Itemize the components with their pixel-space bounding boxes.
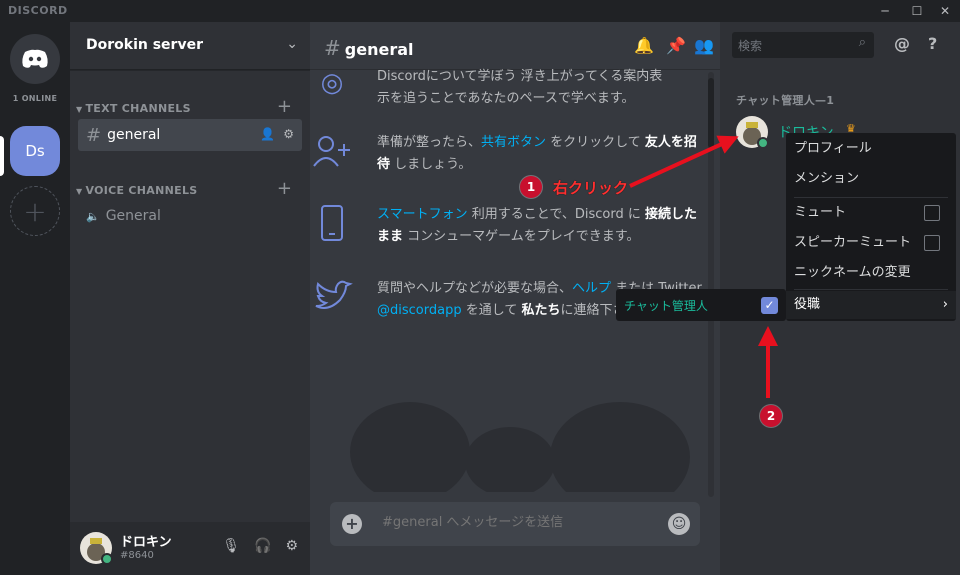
online-status-dot [101, 553, 113, 565]
roles-submenu: チャット管理人 ✓ [616, 289, 786, 321]
annotation-badge-2: 2 [760, 405, 782, 427]
speaker-icon: 🔈 [86, 209, 100, 223]
chevron-down-icon: ⌄ [286, 36, 298, 52]
microphone-icon[interactable]: 🎙 [222, 538, 240, 554]
channel-name: general [107, 127, 161, 143]
caret-down-icon: ▼ [76, 187, 83, 196]
tip-learn: ◎ Discordについて学ぼう 浮き上がってくる案内表 示を追うことであなたの… [310, 66, 710, 116]
server-rail: 1 ONLINE Ds + [0, 22, 70, 575]
gear-icon[interactable]: ⚙ [283, 127, 294, 141]
discord-logo-icon [22, 49, 48, 68]
online-count: 1 ONLINE [12, 94, 58, 103]
search-box[interactable]: 検索 ⌕ [732, 32, 874, 58]
user-discriminator: #8640 [120, 550, 154, 561]
message-input[interactable] [382, 515, 652, 530]
share-button-link[interactable]: 共有ボタン [481, 135, 546, 150]
add-server-button[interactable]: + [10, 186, 60, 236]
menu-item-mute[interactable]: ミュート [794, 199, 948, 227]
search-icon: ⌕ [858, 35, 866, 50]
help-icon[interactable]: ? [928, 34, 937, 53]
hash-icon: # [86, 124, 102, 146]
username: ドロキン [120, 535, 172, 550]
discord-app: DISCORD ─ ☐ ✕ 1 ONLINE Ds + Dorokin serv… [0, 0, 960, 575]
upload-plus-icon[interactable]: + [342, 514, 362, 534]
pin-icon[interactable]: 📌 [666, 36, 686, 55]
role-checkbox[interactable]: ✓ [761, 297, 778, 314]
user-context-menu: プロフィール メンション ミュート スピーカーミュート ニックネームの変更 役職… [786, 133, 956, 321]
bell-icon[interactable]: 🔔 [634, 36, 654, 55]
mute-checkbox[interactable] [924, 205, 940, 221]
channel-title: # general [324, 36, 414, 60]
smartphone-icon [310, 204, 354, 248]
app-brand: DISCORD [8, 4, 68, 17]
create-text-channel-button[interactable]: + [277, 98, 292, 116]
voice-channel-general[interactable]: 🔈 General [78, 200, 302, 232]
chat-header: # general 🔔 📌 👥 [310, 22, 720, 70]
member-list-icon[interactable]: 👥 [694, 36, 714, 55]
tip-invite: 準備が整ったら、共有ボタン をクリックして 友人を招待 しましょう。 [310, 132, 710, 182]
server-header[interactable]: Dorokin server ⌄ [70, 22, 310, 70]
twitter-handle-link[interactable]: @discordapp [377, 303, 462, 318]
minimize-button[interactable]: ─ [870, 0, 900, 22]
empty-state-illustration [350, 402, 690, 492]
server-name: Dorokin server [86, 37, 203, 53]
menu-divider [794, 197, 948, 198]
channel-sidebar: Dorokin server ⌄ ▼ TEXT CHANNELS + # gene… [70, 22, 310, 575]
message-composer: + ☺ [330, 502, 700, 546]
online-status-dot [757, 137, 769, 149]
chevron-right-icon: › [942, 297, 948, 312]
settings-gear-icon[interactable]: ⚙ [285, 538, 298, 554]
speaker-mute-checkbox[interactable] [924, 235, 940, 251]
category-voice-channels[interactable]: ▼ VOICE CHANNELS [76, 184, 197, 197]
compass-icon: ◎ [320, 68, 344, 98]
chat-scrollbar-thumb[interactable] [708, 78, 714, 148]
smartphone-link[interactable]: スマートフォン [377, 207, 468, 222]
menu-item-speaker-mute[interactable]: スピーカーミュート [794, 229, 948, 257]
twitter-icon [310, 278, 354, 322]
selected-server-indicator [0, 136, 4, 176]
annotation-label-right-click: 右クリック [553, 179, 629, 197]
close-window-button[interactable]: ✕ [930, 0, 960, 22]
add-friend-icon [310, 132, 354, 176]
channel-item-general[interactable]: # general 👤 ⚙ [78, 119, 302, 151]
annotation-badge-1: 1 [520, 176, 542, 198]
user-panel: ドロキン #8640 🎙 🎧 ⚙ [70, 522, 310, 575]
help-link[interactable]: ヘルプ [572, 281, 611, 296]
home-button[interactable] [10, 34, 60, 84]
menu-item-roles[interactable]: 役職 › [786, 291, 956, 319]
caret-down-icon: ▼ [76, 105, 83, 114]
tip-mobile: スマートフォン 利用することで、Discord に 接続したまま コンシューマゲ… [310, 204, 710, 254]
menu-item-change-nickname[interactable]: ニックネームの変更 [794, 259, 948, 287]
category-text-channels[interactable]: ▼ TEXT CHANNELS [76, 102, 191, 115]
search-input[interactable]: 検索 [738, 37, 762, 54]
channel-name: General [105, 208, 161, 224]
emoji-icon[interactable]: ☺ [668, 513, 690, 535]
role-option-label[interactable]: チャット管理人 [624, 297, 708, 314]
title-bar: DISCORD ─ ☐ ✕ [0, 0, 960, 22]
mention-icon[interactable]: @ [894, 34, 910, 53]
menu-divider [794, 289, 948, 290]
maximize-button[interactable]: ☐ [902, 0, 932, 22]
server-icon-dorokin[interactable]: Ds [10, 126, 60, 176]
menu-item-profile[interactable]: プロフィール [794, 135, 948, 163]
headphones-icon[interactable]: 🎧 [254, 538, 271, 554]
role-group-header: チャット管理人—1 [736, 94, 835, 107]
invite-icon[interactable]: 👤 [260, 127, 275, 141]
menu-item-mention[interactable]: メンション [794, 165, 948, 193]
create-voice-channel-button[interactable]: + [277, 180, 292, 198]
